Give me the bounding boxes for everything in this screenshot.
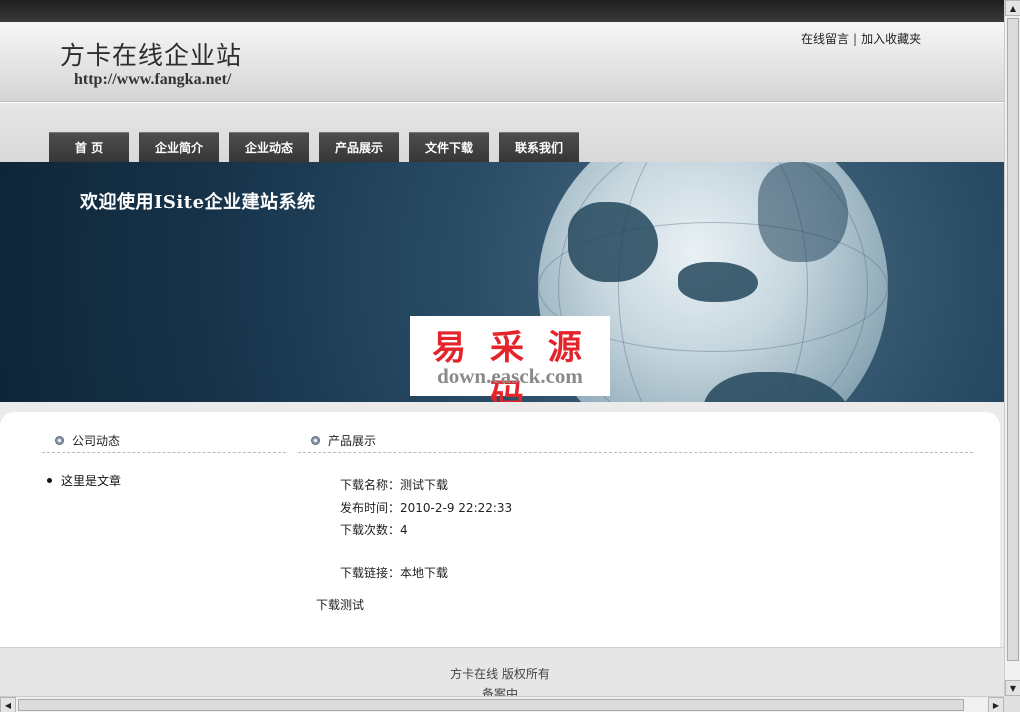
sidebar-title: 公司动态 — [72, 434, 121, 448]
add-favorite-link[interactable]: 加入收藏夹 — [861, 32, 921, 46]
bullet-circle-icon — [311, 436, 320, 445]
site-footer: 方卡在线 版权所有 备案中 — [0, 647, 1004, 696]
nav-item-downloads[interactable]: 文件下载 — [409, 132, 489, 162]
main-divider — [298, 452, 973, 453]
publish-time-value: 2010-2-9 22:22:33 — [400, 501, 513, 515]
vertical-scrollbar[interactable]: ▲ ▼ — [1004, 0, 1020, 696]
scroll-up-icon[interactable]: ▲ — [1005, 0, 1020, 16]
download-description: 下载测试 — [316, 598, 365, 612]
watermark-domain: down.easck.com — [437, 364, 583, 388]
download-link-label: 下载链接： — [340, 566, 401, 580]
download-name-row: 下载名称：测试下载 — [340, 476, 448, 493]
banner: 欢迎使用ISite企业建站系统 易 采 源 码 down.easck.com — [0, 162, 1004, 402]
globe-land-asia — [568, 202, 658, 282]
nav-item-news[interactable]: 企业动态 — [229, 132, 309, 162]
download-count-label: 下载次数： — [340, 523, 401, 537]
banner-welcome-text: 欢迎使用ISite企业建站系统 — [80, 192, 316, 213]
sidebar-heading: 公司动态 — [55, 432, 120, 449]
publish-time-label: 发布时间： — [340, 501, 401, 515]
download-link-row: 下载链接：本地下载 — [340, 564, 448, 581]
download-name-value: 测试下载 — [400, 478, 449, 492]
content-area: 公司动态 这里是文章 产品展示 下载名称：测试下载 发布时间：2010-2-9 … — [0, 402, 1004, 647]
sidebar-item-label: 这里是文章 — [61, 474, 122, 488]
download-count-row: 下载次数：4 — [340, 521, 408, 538]
guestbook-link[interactable]: 在线留言 — [801, 32, 849, 46]
sidebar-list-item[interactable]: 这里是文章 — [47, 472, 121, 489]
sidebar-divider — [42, 452, 286, 453]
watermark-chinese: 易 采 源 码 — [432, 328, 588, 402]
copyright-text: 方卡在线 版权所有 — [450, 667, 550, 681]
main-title: 产品展示 — [328, 434, 377, 448]
watermark-logo: 易 采 源 码 down.easck.com — [410, 316, 610, 402]
main-heading: 产品展示 — [311, 432, 376, 449]
page: 方卡在线企业站 http://www.fangka.net/ 在线留言 | 加入收藏… — [0, 0, 1004, 696]
main-nav: 首 页 企业简介 企业动态 产品展示 文件下载 联系我们 — [49, 132, 589, 162]
horizontal-scroll-thumb[interactable] — [18, 699, 964, 711]
globe-land-islands — [678, 262, 758, 302]
nav-band: 首 页 企业简介 企业动态 产品展示 文件下载 联系我们 — [0, 103, 1004, 162]
site-header: 方卡在线企业站 http://www.fangka.net/ 在线留言 | 加入收藏… — [0, 22, 1004, 102]
top-links: 在线留言 | 加入收藏夹 — [801, 30, 921, 47]
horizontal-scrollbar[interactable]: ◀ ▶ — [0, 696, 1004, 712]
globe-land-pacific — [758, 162, 848, 262]
scroll-right-icon[interactable]: ▶ — [988, 697, 1004, 712]
list-bullet-icon — [47, 478, 52, 483]
download-count-value: 4 — [400, 523, 408, 537]
bullet-circle-icon — [55, 436, 64, 445]
vertical-scroll-thumb[interactable] — [1007, 18, 1019, 661]
scroll-down-icon[interactable]: ▼ — [1005, 680, 1020, 696]
content-panel: 公司动态 这里是文章 产品展示 下载名称：测试下载 发布时间：2010-2-9 … — [0, 412, 1000, 647]
site-url: http://www.fangka.net/ — [74, 71, 232, 88]
nav-item-products[interactable]: 产品展示 — [319, 132, 399, 162]
scroll-left-icon[interactable]: ◀ — [0, 697, 16, 712]
link-separator: | — [853, 32, 858, 46]
local-download-link[interactable]: 本地下载 — [400, 566, 448, 580]
icp-record-text: 备案中 — [481, 687, 518, 696]
publish-time-row: 发布时间：2010-2-9 22:22:33 — [340, 499, 512, 516]
site-title: 方卡在线企业站 — [60, 41, 243, 70]
scrollbar-corner — [1004, 696, 1020, 712]
nav-item-contact[interactable]: 联系我们 — [499, 132, 579, 162]
download-name-label: 下载名称： — [340, 478, 401, 492]
nav-item-home[interactable]: 首 页 — [49, 132, 129, 162]
top-dark-strip — [0, 0, 1004, 22]
nav-item-about[interactable]: 企业简介 — [139, 132, 219, 162]
